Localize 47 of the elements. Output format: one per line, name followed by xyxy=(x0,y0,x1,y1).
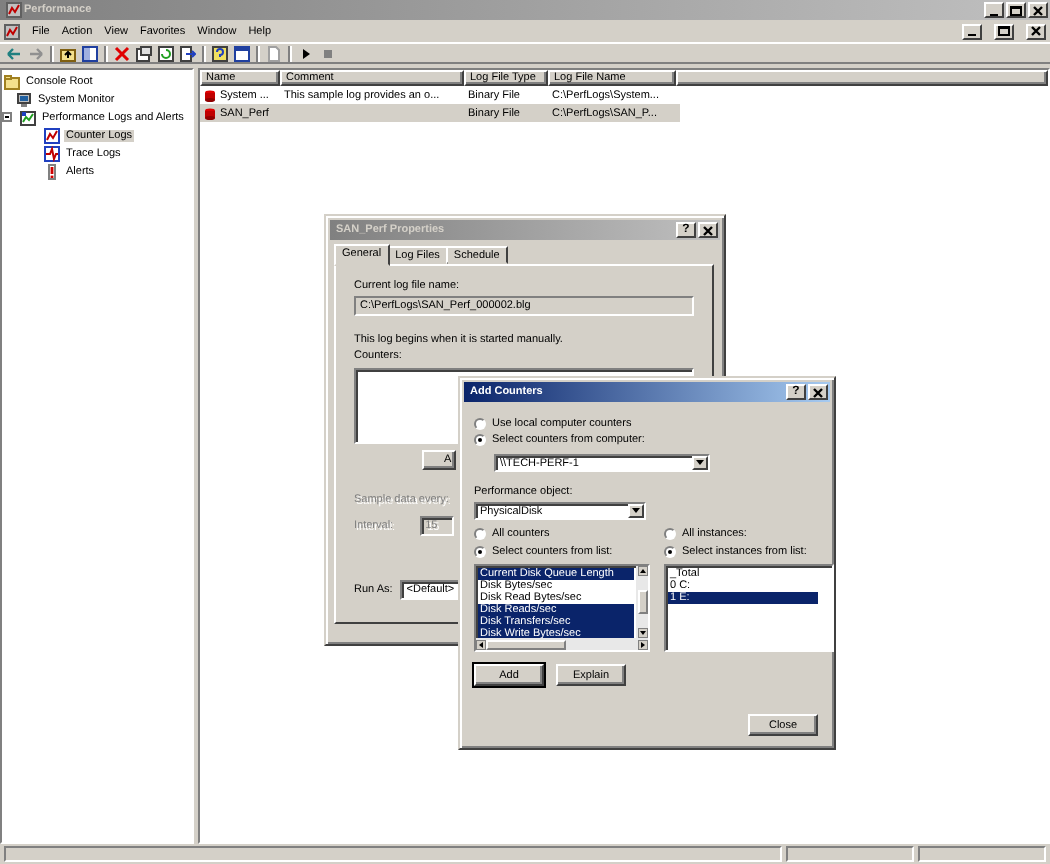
alert-icon xyxy=(44,163,60,179)
monitor-icon xyxy=(16,91,32,107)
radio-button[interactable] xyxy=(664,546,676,558)
new-document-icon[interactable] xyxy=(266,45,282,61)
document-icon xyxy=(4,23,20,39)
stop-icon[interactable] xyxy=(320,45,336,61)
radio-button[interactable] xyxy=(474,546,486,558)
help-icon[interactable] xyxy=(212,45,228,61)
log-icon xyxy=(204,107,216,119)
console-icon[interactable] xyxy=(234,45,250,61)
minimize-button[interactable] xyxy=(962,23,982,39)
tree-panel-icon[interactable] xyxy=(82,45,98,61)
close-icon xyxy=(702,225,714,235)
radio-button[interactable] xyxy=(474,434,486,446)
maximize-icon xyxy=(1010,5,1022,15)
close-icon xyxy=(1030,26,1042,36)
horizontal-scrollbar[interactable] xyxy=(476,638,648,650)
radio-button[interactable] xyxy=(664,528,676,540)
radio-button[interactable] xyxy=(474,528,486,540)
folder-icon xyxy=(4,73,20,89)
vertical-scrollbar[interactable] xyxy=(636,566,648,638)
properties-icon[interactable] xyxy=(136,45,152,61)
close-button[interactable] xyxy=(1028,2,1048,18)
minimize-button[interactable] xyxy=(984,2,1004,18)
play-icon[interactable] xyxy=(298,45,314,61)
refresh-icon[interactable] xyxy=(158,45,174,61)
chart-icon xyxy=(44,127,60,143)
collapse-icon[interactable] xyxy=(2,112,12,122)
log-icon xyxy=(204,89,216,101)
close-button[interactable] xyxy=(808,384,828,400)
radio-button[interactable] xyxy=(474,418,486,430)
app-icon xyxy=(6,2,22,18)
trace-chart-icon xyxy=(44,145,60,161)
up-folder-icon[interactable] xyxy=(60,45,76,61)
close-icon xyxy=(812,387,824,397)
maximize-button[interactable] xyxy=(1006,2,1026,18)
export-icon[interactable] xyxy=(180,45,196,61)
maximize-icon xyxy=(998,26,1010,36)
back-icon[interactable] xyxy=(6,45,22,61)
close-icon xyxy=(1032,5,1044,15)
log-chart-icon xyxy=(20,109,36,125)
delete-icon[interactable] xyxy=(114,45,130,61)
maximize-button[interactable] xyxy=(994,23,1014,39)
dropdown-arrow-icon xyxy=(632,508,640,514)
close-button[interactable] xyxy=(1026,23,1046,39)
close-button[interactable] xyxy=(698,222,718,238)
dropdown-arrow-icon xyxy=(696,460,704,466)
